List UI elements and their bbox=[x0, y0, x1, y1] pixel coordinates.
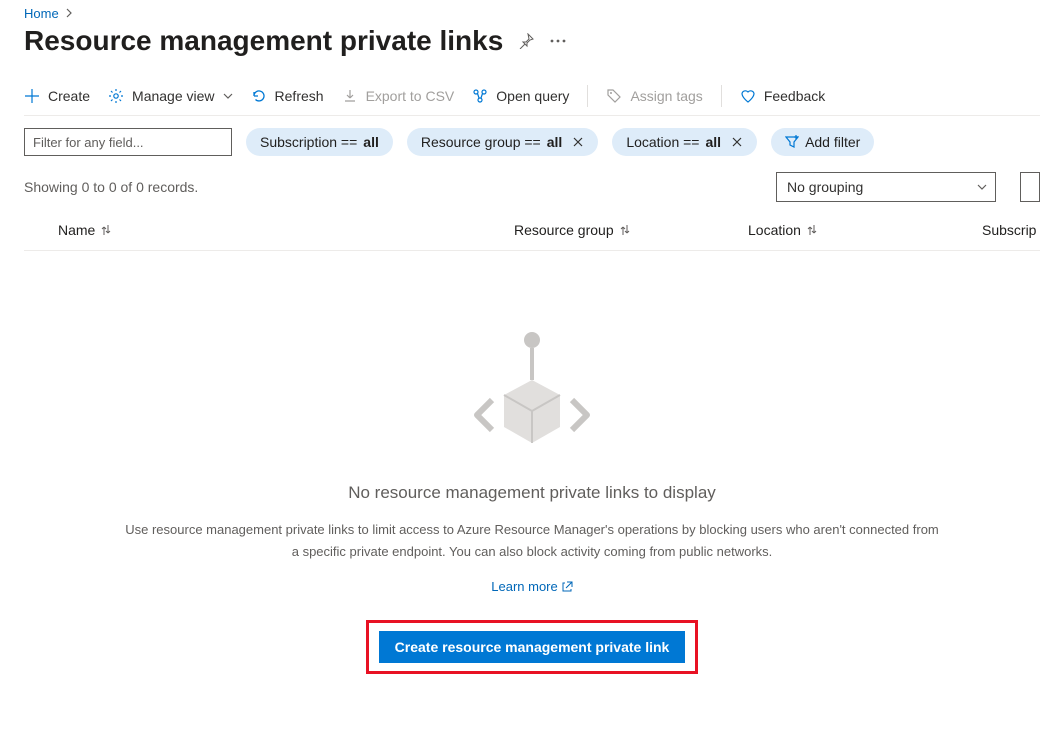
pill-label: Subscription == bbox=[260, 134, 357, 150]
empty-heading: No resource management private links to … bbox=[348, 483, 716, 503]
add-filter-button[interactable]: Add filter bbox=[771, 128, 874, 156]
pill-label: Location == bbox=[626, 134, 699, 150]
feedback-button[interactable]: Feedback bbox=[740, 88, 825, 104]
feedback-label: Feedback bbox=[764, 88, 825, 104]
filter-icon bbox=[785, 135, 799, 149]
heart-icon bbox=[740, 88, 756, 104]
refresh-button[interactable]: Refresh bbox=[251, 88, 324, 104]
breadcrumb-home-link[interactable]: Home bbox=[24, 6, 59, 21]
sort-icon bbox=[99, 223, 113, 237]
sort-icon bbox=[805, 223, 819, 237]
plus-icon bbox=[24, 88, 40, 104]
tag-icon bbox=[606, 88, 622, 104]
column-header-name[interactable]: Name bbox=[58, 222, 514, 238]
create-button[interactable]: Create bbox=[24, 88, 90, 104]
column-label: Subscrip bbox=[982, 222, 1036, 238]
pin-icon[interactable] bbox=[517, 32, 535, 50]
column-label: Location bbox=[748, 222, 801, 238]
chevron-down-icon bbox=[977, 184, 987, 190]
filter-pill-resource-group[interactable]: Resource group == all bbox=[407, 128, 598, 156]
export-csv-label: Export to CSV bbox=[366, 88, 455, 104]
assign-tags-button: Assign tags bbox=[606, 88, 702, 104]
empty-state: No resource management private links to … bbox=[24, 325, 1040, 674]
create-label: Create bbox=[48, 88, 90, 104]
filter-pill-location[interactable]: Location == all bbox=[612, 128, 757, 156]
filter-bar: Subscription == all Resource group == al… bbox=[24, 128, 1040, 156]
column-header-location[interactable]: Location bbox=[748, 222, 982, 238]
breadcrumb: Home bbox=[24, 6, 1040, 21]
pill-value: all bbox=[363, 134, 379, 150]
manage-view-button[interactable]: Manage view bbox=[108, 88, 233, 104]
more-icon[interactable] bbox=[549, 32, 567, 50]
create-private-link-button[interactable]: Create resource management private link bbox=[379, 631, 686, 663]
cta-highlight-frame: Create resource management private link bbox=[366, 620, 699, 674]
close-icon[interactable] bbox=[572, 136, 584, 148]
pill-value: all bbox=[705, 134, 721, 150]
manage-view-label: Manage view bbox=[132, 88, 215, 104]
toolbar-divider bbox=[24, 115, 1040, 116]
pill-label: Resource group == bbox=[421, 134, 541, 150]
toolbar-separator bbox=[587, 85, 588, 107]
grouping-value: No grouping bbox=[787, 179, 863, 195]
column-headers: Name Resource group Location Subscrip bbox=[24, 210, 1040, 251]
external-link-icon bbox=[562, 581, 573, 592]
chevron-down-icon bbox=[223, 93, 233, 99]
export-csv-button: Export to CSV bbox=[342, 88, 455, 104]
column-label: Name bbox=[58, 222, 95, 238]
gear-icon bbox=[108, 88, 124, 104]
close-icon[interactable] bbox=[731, 136, 743, 148]
page-title: Resource management private links bbox=[24, 25, 503, 57]
empty-illustration-icon bbox=[472, 325, 592, 465]
open-query-button[interactable]: Open query bbox=[472, 88, 569, 104]
column-header-resource-group[interactable]: Resource group bbox=[514, 222, 748, 238]
refresh-icon bbox=[251, 88, 267, 104]
download-icon bbox=[342, 88, 358, 104]
empty-description: Use resource management private links to… bbox=[122, 519, 942, 563]
status-bar: Showing 0 to 0 of 0 records. No grouping bbox=[24, 172, 1040, 202]
add-filter-label: Add filter bbox=[805, 134, 860, 150]
open-query-label: Open query bbox=[496, 88, 569, 104]
toolbar-separator bbox=[721, 85, 722, 107]
refresh-label: Refresh bbox=[275, 88, 324, 104]
column-label: Resource group bbox=[514, 222, 614, 238]
sort-icon bbox=[618, 223, 632, 237]
filter-text-input[interactable] bbox=[24, 128, 232, 156]
record-count-text: Showing 0 to 0 of 0 records. bbox=[24, 179, 198, 195]
assign-tags-label: Assign tags bbox=[630, 88, 702, 104]
grouping-select[interactable]: No grouping bbox=[776, 172, 996, 202]
learn-more-label: Learn more bbox=[491, 579, 557, 594]
learn-more-link[interactable]: Learn more bbox=[491, 579, 572, 594]
command-bar: Create Manage view Refresh Export to CSV… bbox=[24, 85, 1040, 115]
filter-pill-subscription[interactable]: Subscription == all bbox=[246, 128, 393, 156]
list-view-select[interactable] bbox=[1020, 172, 1040, 202]
query-icon bbox=[472, 88, 488, 104]
breadcrumb-separator-icon bbox=[65, 6, 73, 21]
pill-value: all bbox=[547, 134, 563, 150]
column-header-subscription[interactable]: Subscrip bbox=[982, 222, 1036, 238]
